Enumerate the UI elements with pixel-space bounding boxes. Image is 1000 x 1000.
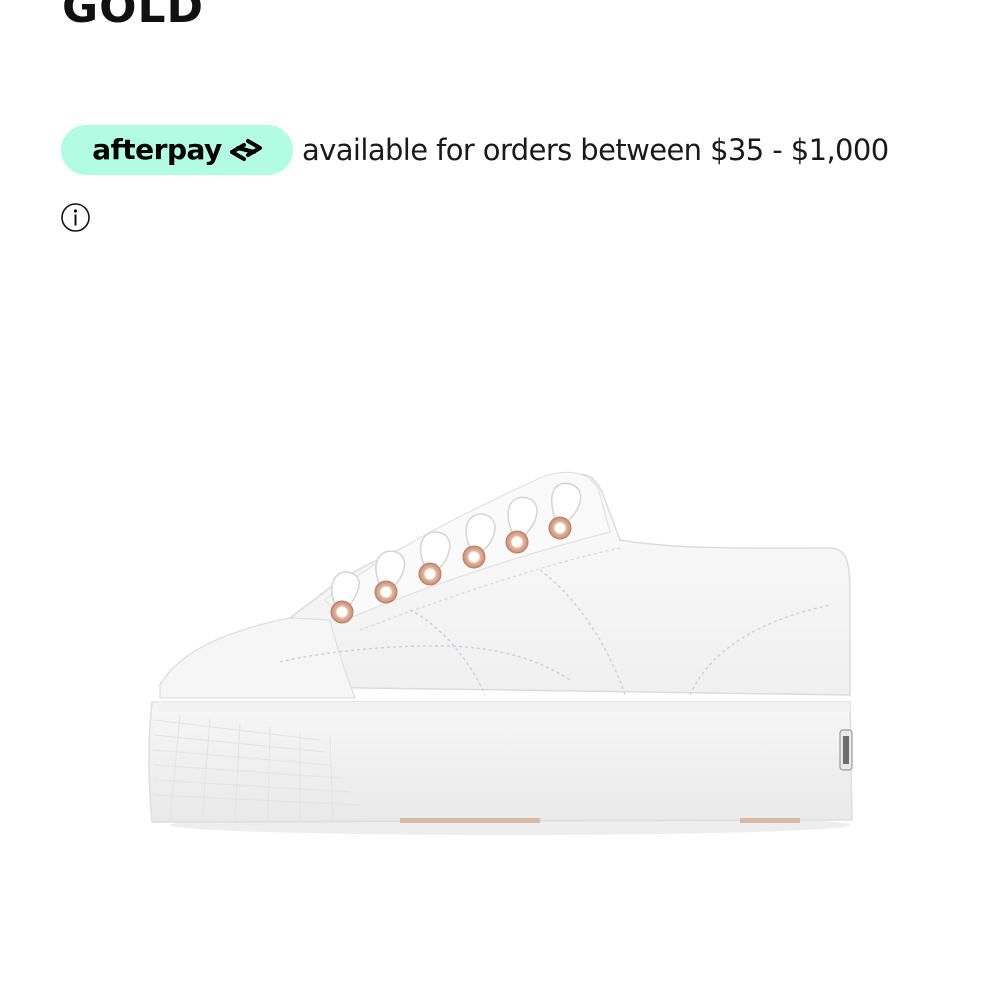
- afterpay-message: available for orders between $35 - $1,00…: [302, 133, 889, 167]
- product-title: GOLD: [62, 0, 205, 33]
- afterpay-badge[interactable]: afterpay: [61, 125, 293, 175]
- info-circle-icon[interactable]: [60, 202, 91, 233]
- sneaker-image: [140, 440, 860, 840]
- afterpay-wordmark: afterpay: [92, 133, 222, 166]
- afterpay-row: afterpay available for orders between $3…: [61, 125, 889, 175]
- afterpay-arrows-icon: [229, 139, 262, 161]
